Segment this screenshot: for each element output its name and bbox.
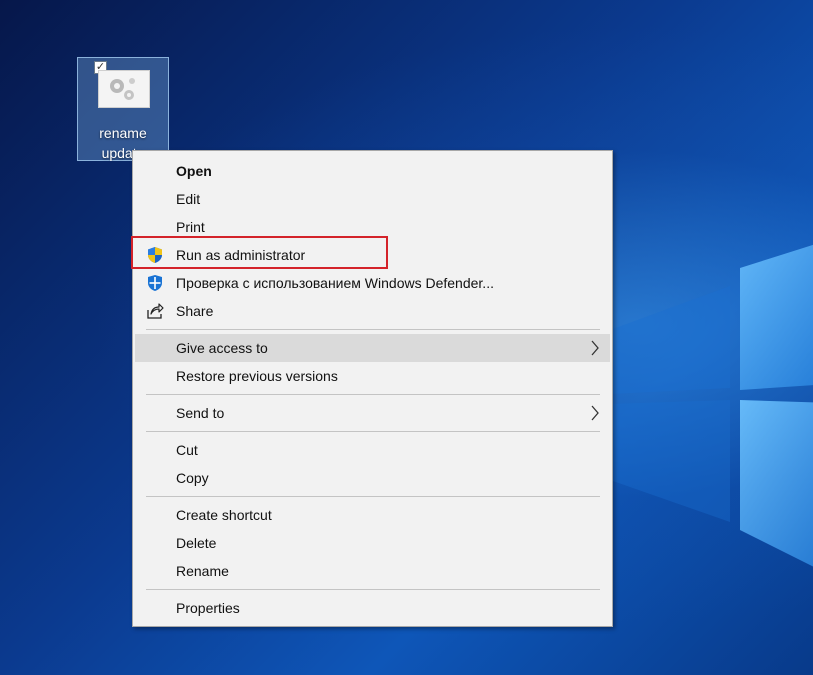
menu-item-label: Create shortcut [176, 507, 272, 523]
menu-item-label: Properties [176, 600, 240, 616]
menu-separator [146, 589, 600, 590]
menu-item-label: Restore previous versions [176, 368, 338, 384]
menu-item-label: Cut [176, 442, 198, 458]
menu-item-label: Open [176, 163, 212, 179]
menu-item-label: Edit [176, 191, 201, 207]
menu-item-label: Give access to [176, 340, 268, 356]
annotation-highlight-box [131, 236, 388, 269]
menu-item-windows-defender-scan[interactable]: Проверка с использованием Windows Defend… [135, 269, 610, 297]
menu-separator [146, 394, 600, 395]
menu-item-create-shortcut[interactable]: Create shortcut [135, 501, 610, 529]
desktop-file-icon[interactable]: ✓ rename update [77, 57, 169, 161]
menu-item-label: Проверка с использованием Windows Defend… [176, 275, 494, 291]
menu-separator [146, 496, 600, 497]
menu-separator [146, 329, 600, 330]
menu-separator [146, 431, 600, 432]
menu-item-send-to[interactable]: Send to [135, 399, 610, 427]
menu-item-label: Share [176, 303, 214, 319]
desktop-icon-label-line1: rename [99, 125, 147, 141]
menu-item-label: Rename [176, 563, 229, 579]
gears-icon [98, 70, 150, 108]
context-menu: Open Edit Print Run as administrator Про… [132, 150, 613, 627]
menu-item-delete[interactable]: Delete [135, 529, 610, 557]
menu-item-cut[interactable]: Cut [135, 436, 610, 464]
menu-item-edit[interactable]: Edit [135, 185, 610, 213]
menu-item-label: Delete [176, 535, 217, 551]
menu-item-share[interactable]: Share [135, 297, 610, 325]
chevron-right-icon [590, 405, 600, 421]
windows-logo-wallpaper [610, 244, 813, 567]
menu-item-label: Copy [176, 470, 209, 486]
defender-icon [146, 274, 166, 292]
chevron-right-icon [590, 340, 600, 356]
menu-item-give-access-to[interactable]: Give access to [135, 334, 610, 362]
menu-item-open[interactable]: Open [135, 157, 610, 185]
menu-item-properties[interactable]: Properties [135, 594, 610, 622]
menu-item-rename[interactable]: Rename [135, 557, 610, 585]
menu-item-restore-previous-versions[interactable]: Restore previous versions [135, 362, 610, 390]
menu-item-copy[interactable]: Copy [135, 464, 610, 492]
share-icon [146, 302, 166, 320]
menu-item-label: Send to [176, 405, 225, 421]
